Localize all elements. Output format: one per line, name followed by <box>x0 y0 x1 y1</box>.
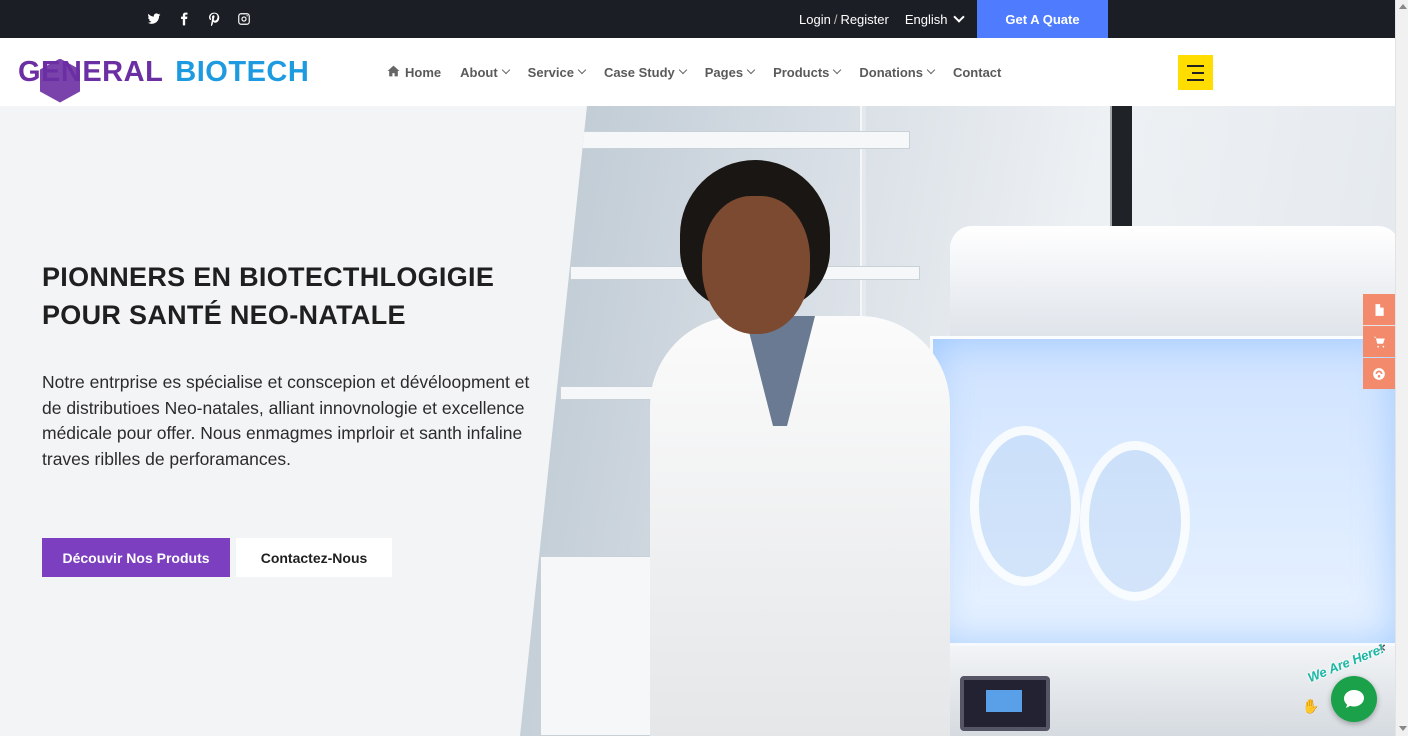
nav-item-label: About <box>460 64 498 80</box>
chevron-down-icon <box>926 65 936 75</box>
nav-item-donations[interactable]: Donations <box>859 64 936 80</box>
nav-item-case-study[interactable]: Case Study <box>603 64 687 80</box>
chevron-down-icon <box>952 11 965 23</box>
pinterest-icon[interactable] <box>206 12 221 27</box>
nav-item-about[interactable]: About <box>460 64 510 80</box>
language-selector[interactable]: English <box>904 11 965 27</box>
nav-item-pages[interactable]: Pages <box>704 64 756 80</box>
chevron-down-icon <box>678 65 687 75</box>
waving-hand-icon: ✋ <box>1302 698 1320 714</box>
scroll-up-arrow-icon[interactable] <box>1399 4 1407 9</box>
nav-item-label: Products <box>773 64 830 80</box>
incubator-porthole <box>970 426 1080 586</box>
nav-item-service[interactable]: Service <box>527 64 587 80</box>
get-a-quote-button[interactable]: Get A Quate <box>977 0 1108 38</box>
page-scrollbar[interactable] <box>1395 0 1408 736</box>
main-navigation: GENERAL BIOTECH Home About Service Case … <box>0 38 1395 106</box>
cart-icon[interactable] <box>1363 326 1395 357</box>
page: Login / Register English Get A Quate GEN… <box>0 0 1408 736</box>
nav-item-home[interactable]: Home <box>387 65 441 80</box>
hero-image-lab-scientist-incubator <box>520 106 1395 736</box>
discover-products-button[interactable]: Découvir Nos Produts <box>42 538 230 577</box>
nav-menu: Home About Service Case Study Pages Prod… <box>387 38 1001 106</box>
nav-item-label: Home <box>405 64 442 80</box>
top-bar: Login / Register English Get A Quate <box>0 0 1395 38</box>
hero-title-line1: PIONNERS EN BIOTECTHLOGIGIE <box>42 262 495 292</box>
incubator-hood <box>950 226 1395 336</box>
chevron-down-icon <box>833 65 842 75</box>
login-link[interactable]: Login <box>799 12 831 27</box>
site-logo[interactable]: GENERAL BIOTECH <box>18 48 310 103</box>
chevron-down-icon <box>746 65 756 75</box>
menu-line <box>1192 71 1204 74</box>
facebook-icon[interactable] <box>176 12 191 27</box>
neonatal-incubator <box>900 226 1395 736</box>
window-frame <box>1110 106 1132 236</box>
nav-item-label: Pages <box>704 64 744 80</box>
scroll-down-arrow-icon[interactable] <box>1399 726 1407 731</box>
nav-item-contact[interactable]: Contact <box>953 65 1001 80</box>
twitter-icon[interactable] <box>146 12 161 27</box>
logo-mark: GENERAL <box>18 55 164 103</box>
support-icon[interactable] <box>1363 358 1395 389</box>
nav-item-label: Service <box>527 64 574 80</box>
hamburger-menu-icon[interactable] <box>1178 55 1213 90</box>
chevron-down-icon <box>501 65 510 75</box>
lab-shelf <box>580 131 910 149</box>
incubator-display <box>960 676 1050 731</box>
menu-line <box>1187 64 1204 67</box>
social-links <box>146 0 251 38</box>
logo-part1: GENERAL <box>18 55 164 88</box>
divider-slash: / <box>833 11 838 27</box>
account-and-language: Login / Register English <box>799 0 965 38</box>
home-icon <box>387 65 400 80</box>
document-icon[interactable] <box>1363 294 1395 325</box>
face <box>702 196 810 334</box>
instagram-icon[interactable] <box>236 12 251 27</box>
chat-bubble-icon[interactable] <box>1331 676 1377 722</box>
logo-part2: BIOTECH <box>175 55 310 88</box>
hero-title-line2: POUR SANTÉ NEO-NATALE <box>42 300 406 330</box>
nav-item-label: Case Study <box>603 64 675 80</box>
language-label: English <box>904 11 948 27</box>
incubator-porthole <box>1080 441 1190 601</box>
scientist <box>650 160 960 736</box>
register-link[interactable]: Register <box>840 12 888 27</box>
nav-item-label: Donations <box>859 64 923 80</box>
menu-line <box>1187 78 1204 81</box>
floating-side-tools <box>1363 294 1395 389</box>
chevron-down-icon <box>577 65 587 75</box>
lab-coat <box>650 316 950 736</box>
hero-description: Notre entrprise es spécialise et conscep… <box>42 372 530 469</box>
nav-item-products[interactable]: Products <box>773 64 842 80</box>
contact-us-button[interactable]: Contactez-Nous <box>236 538 392 577</box>
nav-item-label: Contact <box>952 64 1002 80</box>
hero-title: PIONNERS EN BIOTECTHLOGIGIE POUR SANTÉ N… <box>42 258 562 334</box>
hero-section: PIONNERS EN BIOTECTHLOGIGIE POUR SANTÉ N… <box>0 106 1395 736</box>
